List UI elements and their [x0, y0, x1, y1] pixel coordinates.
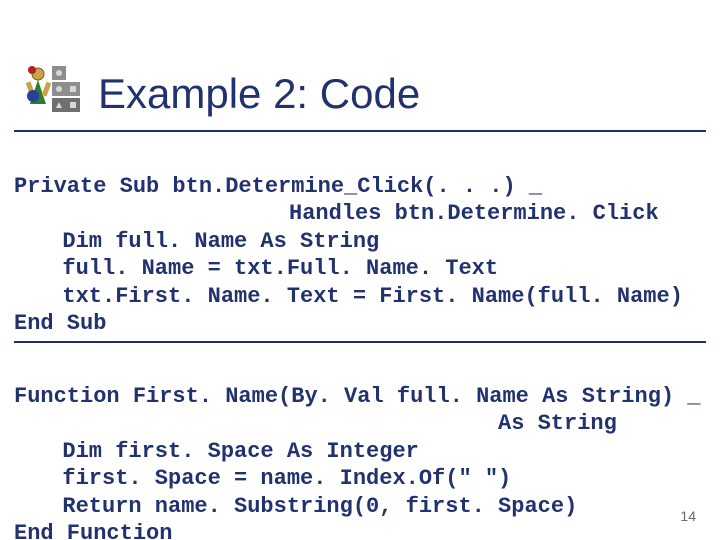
code-line: full. Name = txt.Full. Name. Text: [14, 256, 498, 281]
title-icon: [22, 60, 80, 118]
code-line: txt.First. Name. Text = First. Name(full…: [14, 284, 683, 309]
code-line: Dim full. Name As String: [14, 229, 379, 254]
code-line: first. Space = name. Index.Of(" "): [14, 466, 511, 491]
slide-title: Example 2: Code: [98, 72, 420, 118]
code-line: End Sub: [14, 311, 106, 336]
divider-top: [14, 130, 706, 132]
slide: Example 2: Code Private Sub btn.Determin…: [0, 0, 720, 540]
code-line: Handles btn.Determine. Click: [14, 201, 659, 226]
code-line: Function First. Name(By. Val full. Name …: [14, 384, 701, 409]
code-line: Return name. Substring(0, first. Space): [14, 494, 577, 519]
page-number: 14: [680, 508, 696, 524]
code-line: End Function: [14, 521, 172, 540]
divider-mid: [14, 341, 706, 343]
code-line: Private Sub btn.Determine_Click(. . .) _: [14, 174, 542, 199]
code-line: As String: [14, 411, 617, 436]
code-line: Dim first. Space As Integer: [14, 439, 419, 464]
code-block-2: Function First. Name(By. Val full. Name …: [14, 355, 706, 540]
code-block-1: Private Sub btn.Determine_Click(. . .) _…: [14, 145, 706, 338]
title-row: Example 2: Code: [22, 60, 698, 118]
